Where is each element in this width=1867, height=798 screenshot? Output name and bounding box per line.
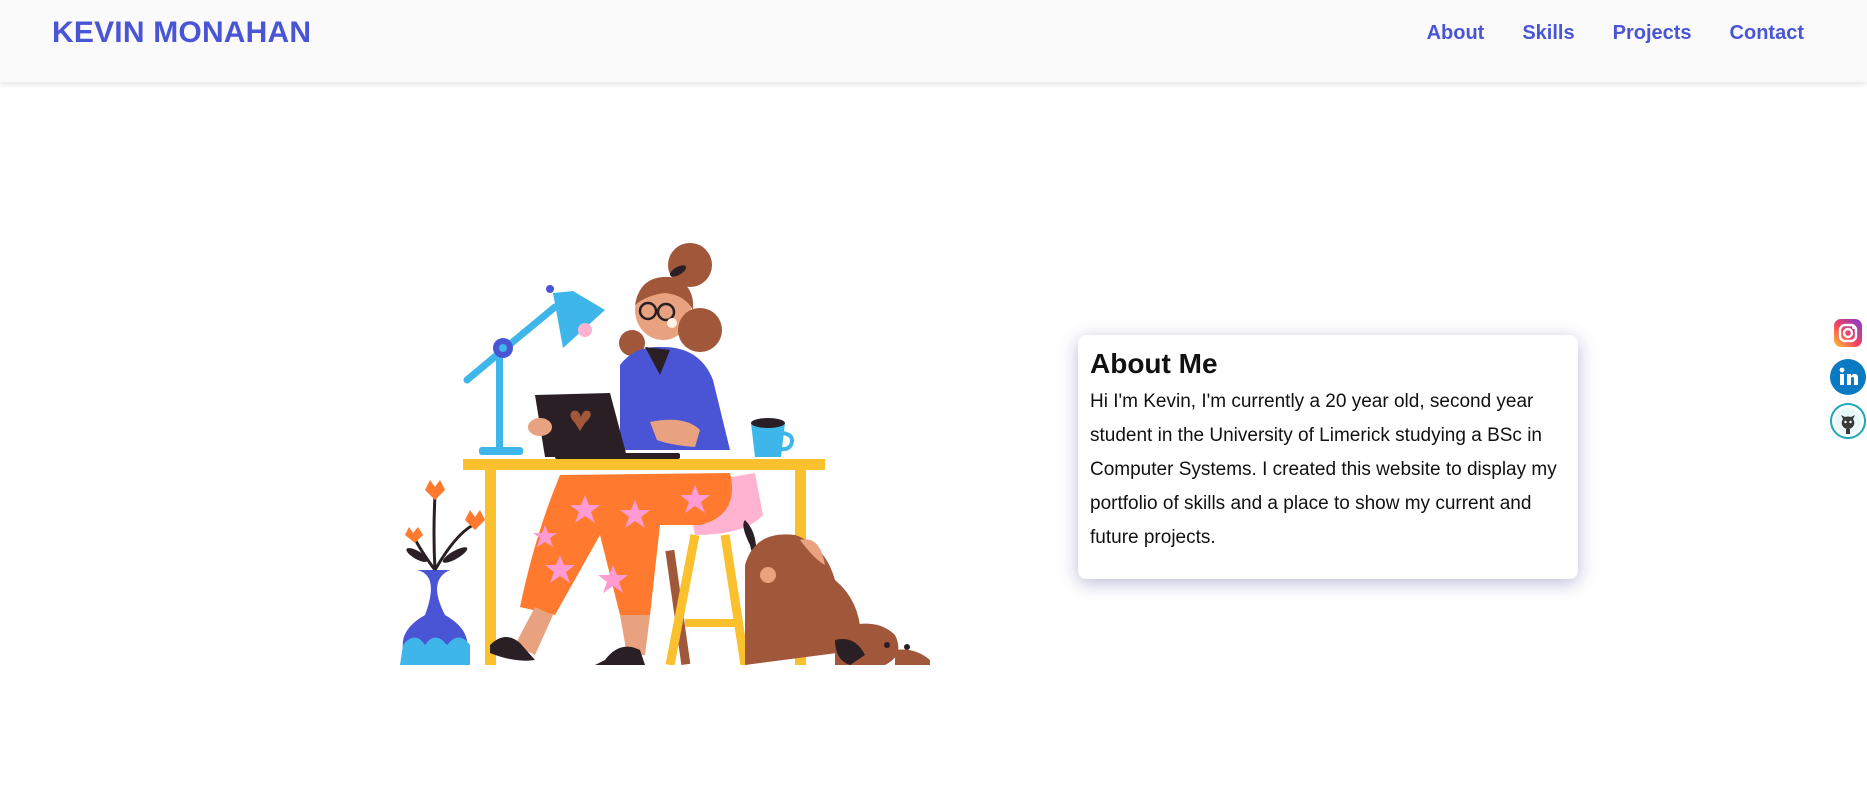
- linkedin-icon: [1830, 359, 1866, 395]
- flower-vase: [400, 480, 485, 665]
- about-title: About Me: [1090, 348, 1218, 379]
- nav-link-about[interactable]: About: [1427, 22, 1485, 45]
- github-icon: [1830, 403, 1866, 439]
- instagram-link[interactable]: [1829, 314, 1867, 352]
- nav-link-contact[interactable]: Contact: [1730, 22, 1804, 45]
- coffee-cup: [751, 418, 794, 457]
- nav-link-skills[interactable]: Skills: [1522, 22, 1574, 45]
- hero-illustration: [400, 243, 930, 665]
- about-card: About Me Hi I'm Kevin, I'm currently a 2…: [1078, 335, 1578, 579]
- nav-link-projects[interactable]: Projects: [1613, 22, 1692, 45]
- social-links: [1829, 314, 1867, 440]
- brand-logo[interactable]: KEVIN MONAHAN: [52, 16, 311, 50]
- linkedin-link[interactable]: [1829, 358, 1867, 396]
- dog: [743, 520, 930, 665]
- instagram-icon: [1834, 319, 1862, 347]
- nav-links: About Skills Projects Contact: [1427, 22, 1804, 45]
- github-link[interactable]: [1829, 402, 1867, 440]
- navbar: KEVIN MONAHAN About Skills Projects Cont…: [0, 0, 1867, 82]
- about-text: Hi I'm Kevin, I'm currently a 20 year ol…: [1090, 391, 1557, 548]
